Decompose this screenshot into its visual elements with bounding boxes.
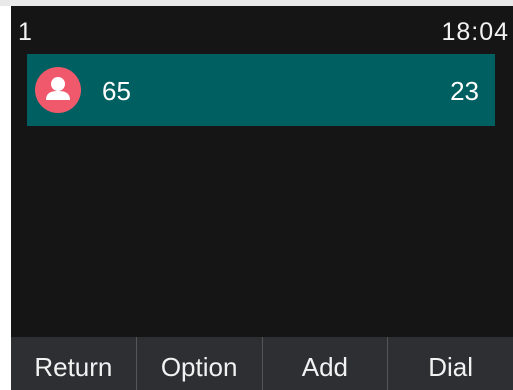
dial-softkey[interactable]: Dial xyxy=(388,337,513,390)
account-index: 1 xyxy=(18,18,32,46)
option-softkey[interactable]: Option xyxy=(137,337,263,390)
status-bar: 1 18:04 xyxy=(11,6,513,50)
contact-number: 23 xyxy=(450,76,479,106)
contact-avatar-icon xyxy=(35,67,81,113)
add-softkey[interactable]: Add xyxy=(263,337,389,390)
contact-name: 65 xyxy=(102,76,131,106)
phone-screen: 1 18:04 65 23 Return Option Add Dial xyxy=(11,6,513,390)
return-softkey[interactable]: Return xyxy=(11,337,137,390)
clock: 18:04 xyxy=(441,18,509,46)
softkey-bar: Return Option Add Dial xyxy=(11,337,513,390)
list-item[interactable]: 65 23 xyxy=(27,54,495,126)
